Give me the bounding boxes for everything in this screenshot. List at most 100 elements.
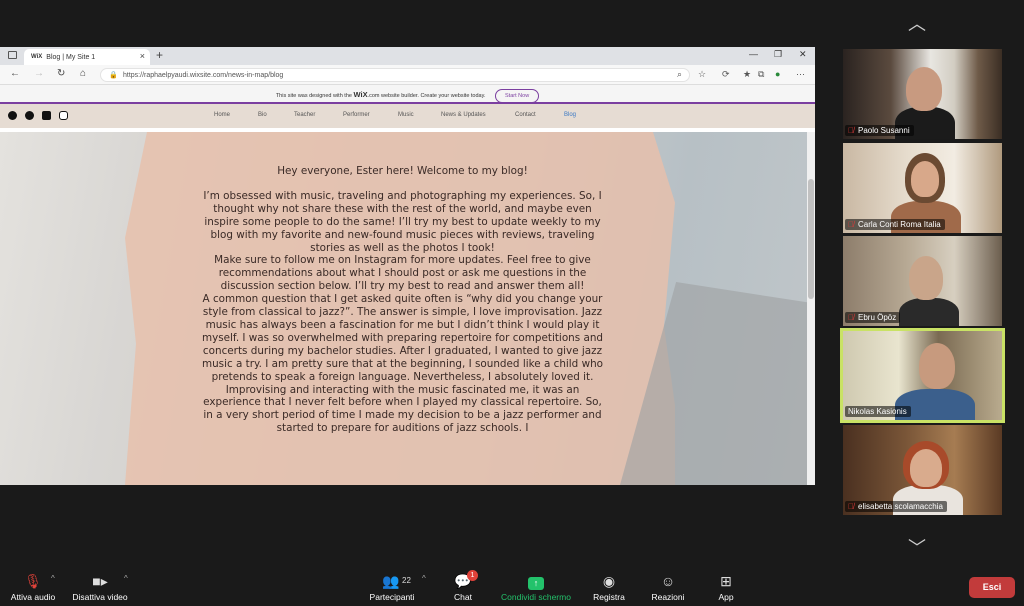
refresh-extension-icon[interactable]: ⟳	[722, 69, 730, 80]
participants-button[interactable]: 👥 22 Partecipanti	[366, 572, 418, 602]
apps-button[interactable]: ⊞ App	[713, 572, 739, 602]
address-bar: ← → ↻ ⌂ 🔒 https://raphaelpyaudi.wixsite.…	[0, 65, 815, 85]
back-icon[interactable]: ←	[10, 68, 20, 79]
wix-banner: This site was designed with the WiX.com …	[0, 85, 815, 104]
new-tab-button[interactable]: +	[156, 48, 163, 62]
muted-mic-icon: 🎙̸	[848, 220, 854, 229]
apps-icon: ⊞	[720, 573, 732, 589]
reload-icon[interactable]: ↻	[57, 68, 65, 79]
url-input[interactable]: 🔒 https://raphaelpyaudi.wixsite.com/news…	[100, 68, 690, 82]
participant-name: Nikolas Kasionis	[848, 407, 907, 416]
url-text: https://raphaelpyaudi.wixsite.com/news-i…	[123, 72, 284, 79]
stop-video-button[interactable]: ■▸ Disattiva video	[68, 572, 132, 602]
participant-tile-active-speaker[interactable]: Nikolas Kasionis	[840, 328, 1005, 423]
video-options-caret-icon[interactable]: ^	[124, 574, 128, 583]
maximize-icon[interactable]: ❐	[774, 49, 782, 60]
reactions-icon: ☺	[660, 573, 676, 589]
participant-face	[906, 67, 942, 111]
apps-label: App	[718, 592, 734, 602]
leave-meeting-button[interactable]: Esci	[969, 577, 1015, 598]
blog-paragraph-3: A common question that I get asked quite…	[201, 293, 604, 435]
zoom-meeting-window: WiX Blog | My Site 1 × + — ❐ ✕ ← → ↻ ⌂ 🔒…	[0, 0, 1024, 606]
profile-icon[interactable]: ●	[775, 69, 780, 79]
participant-face	[909, 256, 943, 300]
participant-body	[899, 298, 959, 326]
participant-face	[919, 343, 955, 389]
scroll-down-chevron-icon[interactable]: ﹀	[908, 534, 926, 560]
tiktok-icon[interactable]	[8, 111, 17, 120]
nav-news-updates[interactable]: News & Updates	[441, 112, 486, 118]
participant-name: Paolo Susanni	[858, 126, 910, 135]
participants-count: 22	[402, 576, 411, 585]
reactions-button[interactable]: ☺ Reazioni	[648, 572, 688, 602]
nav-home[interactable]: Home	[214, 112, 230, 118]
wix-favicon: WiX	[31, 54, 43, 60]
reactions-label: Reazioni	[651, 592, 685, 602]
nav-contact[interactable]: Contact	[515, 112, 536, 118]
start-now-button[interactable]: Start Now	[495, 88, 540, 103]
chat-unread-badge: 1	[467, 570, 478, 581]
share-screen-button[interactable]: ↑ Condividi schermo	[495, 572, 577, 602]
window-menu-icon[interactable]	[8, 51, 17, 59]
video-camera-icon: ■▸	[92, 573, 108, 589]
tab-title: Blog | My Site 1	[46, 53, 96, 61]
nav-music[interactable]: Music	[398, 112, 414, 118]
record-label: Registra	[593, 592, 625, 602]
scroll-up-chevron-icon[interactable]: ︿	[908, 10, 926, 36]
wix-banner-text-before: This site was designed with the	[275, 93, 352, 99]
blog-paragraph-1: I’m obsessed with music, traveling and p…	[203, 189, 602, 254]
blog-paragraph-2: Make sure to follow me on Instagram for …	[214, 254, 591, 293]
wix-logo: WiX	[353, 90, 368, 99]
participant-name: Ebru Öpöz	[858, 313, 897, 322]
youtube-icon[interactable]	[42, 111, 51, 120]
site-navigation: Home Bio Teacher Performer Music News & …	[0, 104, 815, 128]
chat-label: Chat	[454, 592, 472, 602]
collections-icon[interactable]: ⧉	[758, 69, 764, 80]
favorite-star-icon[interactable]: ☆	[698, 69, 706, 80]
wix-banner-text-after: .com website builder. Create your websit…	[367, 93, 486, 99]
participant-tile[interactable]: 🎙̸ Ebru Öpöz	[843, 236, 1002, 326]
close-window-icon[interactable]: ✕	[799, 49, 807, 60]
scrollbar-thumb[interactable]	[808, 179, 814, 299]
participants-options-caret-icon[interactable]: ^	[422, 574, 426, 583]
participant-name-label: 🎙̸ Carla Conti Roma Italia	[845, 219, 945, 230]
nav-blog[interactable]: Blog	[564, 112, 576, 118]
page-scrollbar[interactable]	[807, 132, 815, 485]
spotify-icon[interactable]	[25, 111, 34, 120]
instagram-icon[interactable]	[59, 111, 68, 120]
record-icon: ◉	[602, 573, 616, 589]
participant-name-label: 🎙̸ Paolo Susanni	[845, 125, 914, 136]
zoom-icon[interactable]: ⌕	[677, 69, 682, 80]
participant-tile[interactable]: 🎙̸ elisabetta scolamacchia	[843, 425, 1002, 515]
participant-face	[910, 449, 942, 487]
share-screen-label: Condividi schermo	[501, 592, 571, 602]
participant-tile[interactable]: 🎙̸ Carla Conti Roma Italia	[843, 143, 1002, 233]
audio-options-caret-icon[interactable]: ^	[51, 574, 55, 583]
meeting-controls: 🎙 Attiva audio ^ ■▸ Disattiva video ^ 👥 …	[0, 568, 1024, 606]
muted-mic-icon: 🎙̸	[848, 126, 854, 135]
chat-button[interactable]: 💬 1 Chat	[448, 570, 478, 602]
participants-label: Partecipanti	[369, 592, 415, 602]
muted-mic-icon: 🎙̸	[848, 313, 854, 322]
browser-tab-bar: WiX Blog | My Site 1 × + — ❐ ✕	[0, 47, 815, 65]
participant-name-label: 🎙̸ Ebru Öpöz	[845, 312, 901, 323]
participant-name: elisabetta scolamacchia	[858, 502, 943, 511]
share-screen-icon: ↑	[495, 572, 577, 590]
nav-teacher[interactable]: Teacher	[294, 112, 315, 118]
nav-bio[interactable]: Bio	[258, 112, 267, 118]
home-icon[interactable]: ⌂	[80, 68, 86, 79]
blog-text: Hey everyone, Ester here! Welcome to my …	[200, 165, 605, 435]
more-menu-icon[interactable]: ⋯	[796, 69, 805, 80]
participant-name-label: 🎙̸ elisabetta scolamacchia	[845, 501, 947, 512]
blog-hero: Hey everyone, Ester here! Welcome to my …	[0, 132, 807, 485]
minimize-icon[interactable]: —	[749, 49, 758, 59]
close-tab-icon[interactable]: ×	[140, 51, 145, 61]
unmute-audio-label: Attiva audio	[10, 592, 56, 602]
blog-greeting: Hey everyone, Ester here! Welcome to my …	[277, 165, 528, 177]
browser-tab[interactable]: WiX Blog | My Site 1 ×	[24, 49, 150, 65]
nav-performer[interactable]: Performer	[343, 112, 370, 118]
forward-icon[interactable]: →	[34, 68, 44, 79]
participant-tile[interactable]: 🎙̸ Paolo Susanni	[843, 49, 1002, 139]
record-button[interactable]: ◉ Registra	[590, 572, 628, 602]
favorites-icon[interactable]: ★	[743, 69, 751, 80]
